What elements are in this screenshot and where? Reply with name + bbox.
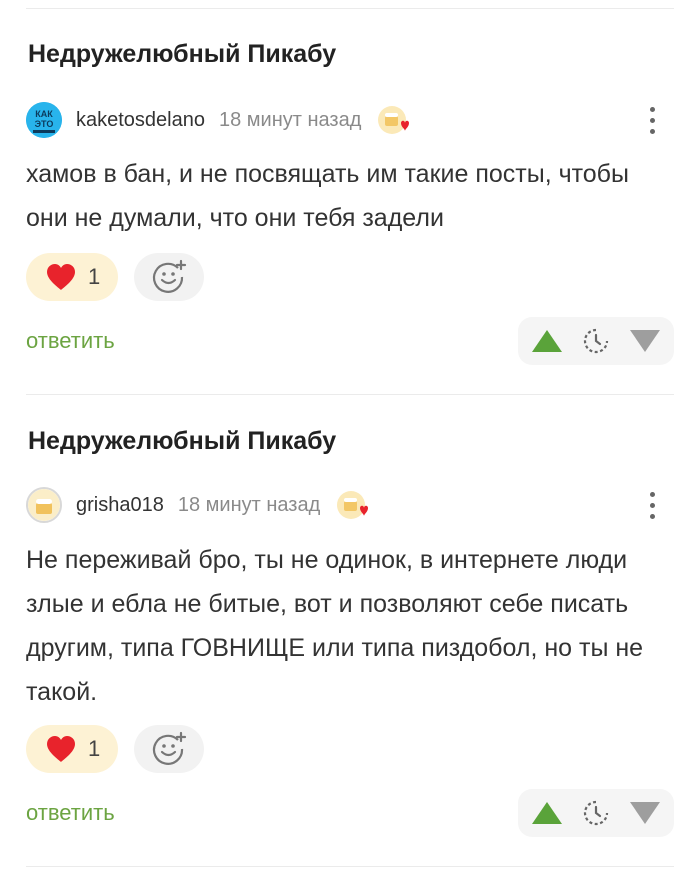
vote-panel — [518, 789, 674, 837]
comment-text: хамов в бан, и не посвящать им такие пос… — [26, 160, 629, 232]
timestamp: 18 минут назад — [177, 493, 321, 516]
reply-link[interactable]: ответить — [26, 800, 115, 826]
comment-header: КАК ЭТО kaketosdelano 18 минут назад — [26, 100, 411, 140]
upvote-icon[interactable] — [531, 329, 563, 353]
smile-add-icon — [152, 259, 187, 293]
award-badge-icon[interactable] — [377, 103, 411, 137]
upvote-icon[interactable] — [531, 801, 563, 825]
top-divider — [26, 8, 674, 9]
heart-icon — [47, 264, 75, 290]
heart-icon — [47, 736, 75, 762]
clock-icon — [583, 800, 609, 826]
avatar[interactable] — [26, 487, 62, 523]
add-reaction-button[interactable] — [134, 253, 204, 301]
like-count: 1 — [88, 264, 101, 289]
vote-panel — [518, 317, 674, 365]
comment-text: Не переживай бро, ты не одинок, в интерн… — [26, 546, 644, 706]
comment-header: grisha018 18 минут назад — [26, 485, 370, 525]
username[interactable]: grisha018 — [76, 494, 164, 517]
timestamp: 18 минут назад — [218, 108, 362, 131]
more-vertical-icon[interactable] — [642, 485, 662, 525]
award-badge-icon[interactable] — [336, 488, 370, 522]
avatar-logo-image: КАК ЭТО — [26, 102, 62, 138]
like-button[interactable]: 1 — [26, 253, 118, 301]
bottom-divider — [26, 866, 674, 867]
comment-divider — [26, 394, 674, 395]
avatar-default-image — [28, 489, 60, 521]
smile-add-icon — [152, 731, 187, 765]
more-vertical-icon[interactable] — [642, 100, 662, 140]
reply-link[interactable]: ответить — [26, 328, 115, 354]
post-title-link[interactable]: Недружелюбный Пикабу — [28, 40, 336, 69]
username[interactable]: kaketosdelano — [76, 109, 205, 132]
avatar-text-line-2: ЭТО — [35, 119, 54, 129]
clock-icon — [583, 328, 609, 354]
post-title-link[interactable]: Недружелюбный Пикабу — [28, 427, 336, 456]
downvote-icon[interactable] — [629, 801, 661, 825]
avatar-text-line-1: КАК — [35, 109, 53, 119]
avatar[interactable]: КАК ЭТО — [26, 102, 62, 138]
like-count: 1 — [88, 736, 101, 761]
downvote-icon[interactable] — [629, 329, 661, 353]
like-button[interactable]: 1 — [26, 725, 118, 773]
add-reaction-button[interactable] — [134, 725, 204, 773]
